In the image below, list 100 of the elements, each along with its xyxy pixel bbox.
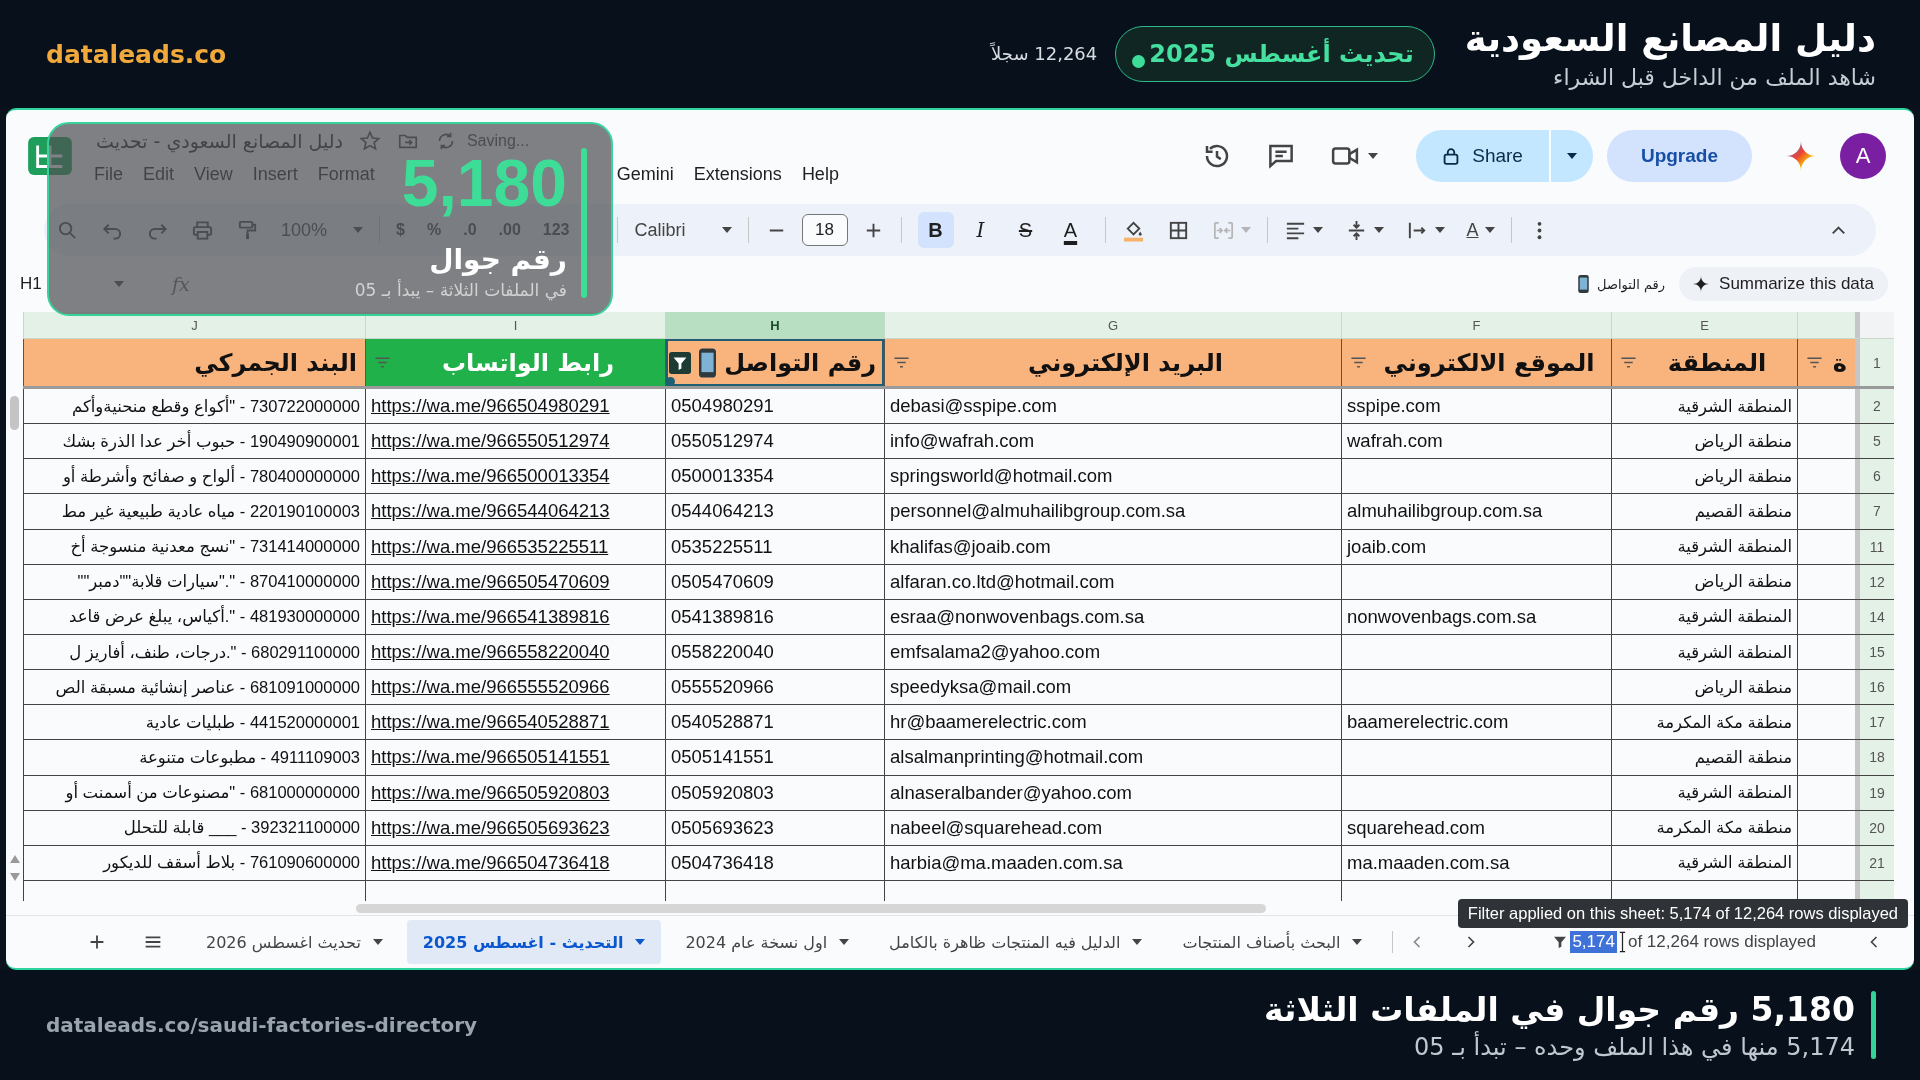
header-cell[interactable]: الموقع الالكتروني — [1341, 339, 1611, 386]
sheet-tab[interactable]: تحديث اغسطس 2026 — [190, 920, 399, 964]
bold-button[interactable]: B — [917, 212, 954, 248]
column-header-text: المنطقة — [1666, 348, 1768, 377]
whatsapp-link[interactable]: https://wa.me/966541389816 — [371, 605, 610, 628]
upgrade-button[interactable]: Upgrade — [1606, 130, 1752, 182]
whatsapp-link[interactable]: https://wa.me/966544064213 — [371, 500, 610, 523]
table-cell: 0550512974 — [665, 424, 884, 459]
banner-title: دليل المصانع السعودية — [1464, 18, 1876, 61]
table-cell: منطقة القصيم — [1611, 740, 1797, 775]
table-cell: alnaseralbander@yahoo.com — [884, 775, 1341, 810]
caret-icon — [1312, 227, 1323, 233]
whatsapp-link[interactable]: https://wa.me/966505470609 — [371, 570, 610, 593]
whatsapp-link[interactable]: https://wa.me/966555520966 — [371, 676, 610, 699]
table-cell: springsworld@hotmail.com — [884, 459, 1341, 494]
sheet-tab[interactable]: التحديث - اغسطس 2025 — [406, 920, 662, 964]
overlay-note: في الملفات الثلاثة – يبدأ بـ 05 — [354, 280, 567, 301]
table-cell: المنطقة الشرقية — [1611, 389, 1797, 424]
table-cell: 0535225511 — [665, 529, 884, 564]
row-number[interactable]: 1 — [1855, 339, 1894, 386]
selection-handle[interactable] — [666, 377, 675, 386]
row-number[interactable]: 21 — [1855, 845, 1894, 880]
row-number[interactable]: 11 — [1855, 529, 1894, 564]
whatsapp-link[interactable]: https://wa.me/966505693623 — [371, 816, 610, 839]
whatsapp-link[interactable]: https://wa.me/966505920803 — [371, 781, 610, 804]
accent-bar — [1871, 991, 1876, 1059]
strikethrough-button[interactable]: S — [1007, 212, 1044, 248]
table-cell: 761090600000 - بلاط أسقف للديكور — [23, 845, 365, 880]
row-number[interactable]: 6 — [1855, 459, 1894, 494]
table-cell: منطقة الرياض — [1611, 424, 1797, 459]
mobile-phone-icon — [1578, 275, 1590, 293]
table-cell: 4911109003 - مطبوعات متنوعة — [23, 740, 365, 775]
row-number[interactable]: 14 — [1855, 599, 1894, 634]
scroll-up-icon[interactable] — [9, 855, 20, 863]
column-letter[interactable]: H — [665, 312, 884, 338]
filter-icon[interactable] — [669, 351, 692, 374]
sheet-tab[interactable]: البحث بأصناف المنتجات — [1166, 920, 1379, 964]
column-header-text: الموقع الالكتروني — [1382, 348, 1596, 377]
table-cell: wafrah.com — [1341, 424, 1611, 459]
caret-icon — [635, 939, 646, 945]
table-cell: 780400000000 - ألواح و صفائح وأشرطة أو — [23, 459, 365, 494]
italic-button[interactable]: I — [962, 212, 999, 248]
scrollbar-thumb[interactable] — [356, 903, 1266, 913]
table-cell: منطقة الرياض — [1611, 459, 1797, 494]
fill-color-icon[interactable] — [1121, 218, 1145, 242]
overlay-label: رقم جوال — [429, 244, 567, 277]
column-header-text: البند الجمركي — [193, 348, 357, 377]
sheet-tab[interactable]: اول نسخة عام 2024 — [669, 920, 866, 964]
account-avatar[interactable]: A — [1840, 133, 1886, 179]
table-cell: 870410000000 - "."سيارات قلابة""دمبر"" — [23, 564, 365, 599]
table-cell: baamerelectric.com — [1341, 705, 1611, 740]
text-color-button[interactable]: A — [1052, 212, 1089, 248]
table-cell: 681091000000 - عناصر إنشائية مسبقة الص — [23, 670, 365, 705]
scrollbar-thumb[interactable] — [10, 396, 19, 430]
text-rotation-button[interactable]: A — [1466, 219, 1495, 241]
whatsapp-link[interactable]: https://wa.me/966550512974 — [371, 430, 610, 453]
whatsapp-link[interactable]: https://wa.me/966505141551 — [371, 746, 610, 769]
table-cell: 0505141551 — [665, 740, 884, 775]
menu-item[interactable]: Extensions — [683, 159, 792, 189]
table-cell: 730722000000 - "أكواع وقطع منحنيةوأكم — [23, 389, 365, 424]
header-cell[interactable]: المنطقة — [1611, 339, 1797, 386]
share-button[interactable]: Share — [1416, 130, 1549, 182]
header-cell[interactable]: البريد الإلكتروني — [884, 339, 1341, 386]
table-cell: 0505693623 — [665, 810, 884, 845]
header-cell[interactable]: البند الجمركي — [23, 339, 365, 386]
table-cell: squarehead.com — [1341, 810, 1611, 845]
tooltip: Filter applied on this sheet: 5,174 of 12,264 rows displayed — [1457, 899, 1908, 928]
column-header-text: رقم التواصل — [724, 348, 876, 377]
table-cell: 0544064213 — [665, 494, 884, 529]
column-letter[interactable]: E — [1611, 312, 1797, 338]
table-cell: 0558220040 — [665, 635, 884, 670]
font-size-field[interactable]: 18 — [801, 214, 848, 246]
menu-item[interactable]: Help — [791, 159, 849, 189]
row-number[interactable]: 2 — [1855, 389, 1894, 424]
whatsapp-link[interactable]: https://wa.me/966504736418 — [371, 851, 610, 874]
row-number[interactable]: 16 — [1855, 670, 1894, 705]
row-number[interactable]: 17 — [1855, 705, 1894, 740]
sheet-tab[interactable]: الدليل فيه المنتجات ظاهرة بالكامل — [873, 920, 1159, 964]
scroll-down-icon[interactable] — [9, 873, 20, 881]
row-number[interactable]: 19 — [1855, 775, 1894, 810]
header-cell[interactable]: ة — [1797, 339, 1855, 386]
row-number[interactable]: 7 — [1855, 494, 1894, 529]
caret-icon — [1566, 153, 1577, 159]
summarize-button[interactable]: Summarize this data — [1679, 267, 1888, 301]
whatsapp-link[interactable]: https://wa.me/966535225511 — [371, 535, 609, 558]
footer-subline: 5,174 منها في هذا الملف وحده – تبدأ بـ 05 — [1414, 1032, 1855, 1061]
sparkle-icon[interactable] — [1786, 141, 1816, 171]
table-cell: alsalmanprinting@hotmail.com — [884, 740, 1341, 775]
row-number[interactable]: 5 — [1855, 424, 1894, 459]
header-cell[interactable]: رقم التواصل — [665, 339, 884, 386]
column-letter[interactable]: F — [1341, 312, 1611, 338]
row-number[interactable]: 15 — [1855, 635, 1894, 670]
row-number[interactable]: 20 — [1855, 810, 1894, 845]
row-number[interactable]: 18 — [1855, 740, 1894, 775]
whatsapp-link[interactable]: https://wa.me/966500013354 — [371, 465, 610, 488]
whatsapp-link[interactable]: https://wa.me/966558220040 — [371, 641, 610, 664]
font-dropdown[interactable]: Calibri — [634, 219, 732, 241]
row-number[interactable]: 12 — [1855, 564, 1894, 599]
whatsapp-link[interactable]: https://wa.me/966504980291 — [371, 395, 610, 418]
whatsapp-link[interactable]: https://wa.me/966540528871 — [371, 711, 610, 734]
